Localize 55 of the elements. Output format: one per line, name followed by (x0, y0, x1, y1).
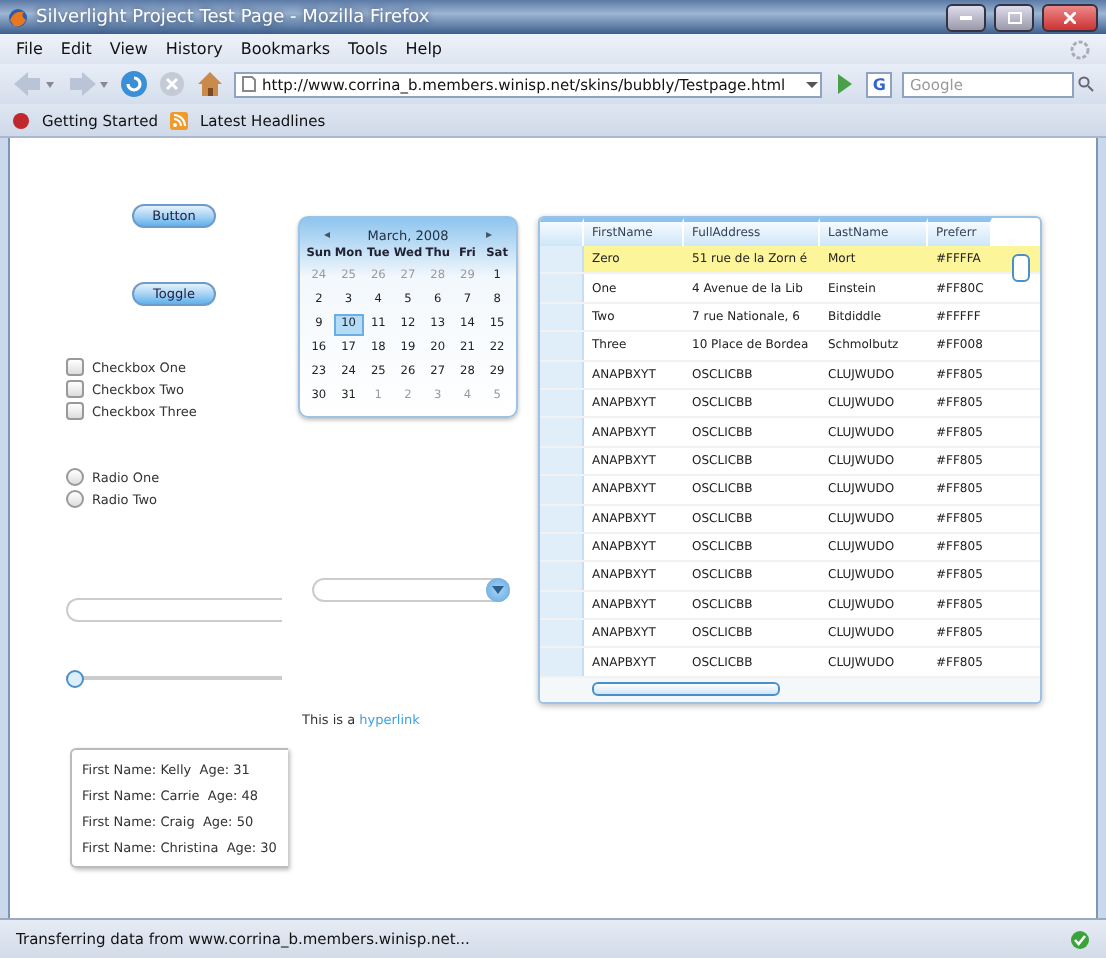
row-header[interactable] (540, 648, 584, 676)
search-icon[interactable] (1078, 76, 1094, 92)
menu-item[interactable]: Edit (60, 40, 92, 58)
close-button[interactable] (1042, 3, 1098, 31)
menu-item[interactable]: History (165, 40, 223, 58)
row-header[interactable] (540, 591, 584, 619)
close-icon (1064, 11, 1076, 23)
reload-icon[interactable] (120, 70, 148, 98)
caret-icon (492, 586, 504, 594)
menu-item[interactable]: File (16, 40, 43, 58)
search-engine-button[interactable]: G (866, 71, 892, 97)
row-header[interactable] (540, 562, 584, 590)
row-header[interactable] (540, 361, 584, 388)
vertical-scroll-thumb[interactable] (1012, 254, 1030, 282)
text-input-field[interactable] (66, 598, 282, 622)
slider-thumb[interactable] (66, 670, 84, 688)
horizontal-scroll-thumb[interactable] (592, 682, 780, 697)
row-header[interactable] (540, 447, 584, 475)
column-header (540, 218, 584, 246)
row-header[interactable] (540, 505, 584, 532)
row-header[interactable] (540, 533, 584, 561)
bookmark-icon (12, 111, 30, 129)
row-header[interactable] (540, 246, 584, 273)
forward-icon[interactable] (66, 70, 110, 98)
checkbox[interactable] (66, 380, 84, 398)
go-icon[interactable] (832, 72, 857, 96)
row-header[interactable] (540, 418, 584, 446)
maximize-icon (1007, 11, 1021, 23)
check-icon (1070, 929, 1090, 949)
dropdown-button[interactable] (486, 578, 510, 602)
menu-item[interactable]: View (109, 40, 148, 58)
window-title: Silverlight Project Test Page - Mozilla Firefox (36, 7, 432, 27)
radio-button[interactable] (66, 468, 84, 486)
minimize-button[interactable] (946, 3, 986, 31)
menu-item[interactable]: Help (405, 40, 443, 58)
radio-button[interactable] (66, 490, 84, 508)
row-header[interactable] (540, 274, 584, 302)
row-header[interactable] (540, 332, 584, 360)
page-icon (242, 76, 256, 92)
back-icon[interactable] (12, 70, 56, 98)
checkbox[interactable] (66, 358, 84, 376)
menu-item[interactable]: Bookmarks (240, 40, 331, 58)
feed-icon (170, 111, 188, 129)
maximize-button[interactable] (994, 3, 1034, 31)
menu-item[interactable]: Tools (348, 40, 388, 58)
row-header[interactable] (540, 389, 584, 417)
row-header[interactable] (540, 303, 584, 331)
checkbox[interactable] (66, 402, 84, 420)
row-header[interactable] (540, 476, 584, 504)
activity-throbber-icon (1070, 39, 1090, 59)
browser-logo-icon (8, 7, 28, 27)
home-icon[interactable] (196, 70, 224, 98)
row-header[interactable] (540, 620, 584, 647)
stop-icon[interactable] (158, 70, 186, 98)
minimize-icon (960, 15, 972, 19)
